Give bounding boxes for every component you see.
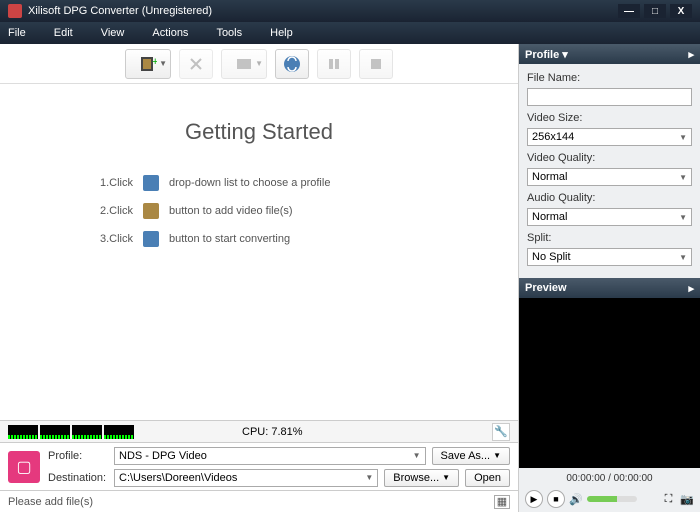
settings-button[interactable]: 🔧: [492, 423, 510, 441]
save-as-button[interactable]: Save As...▼: [432, 447, 510, 465]
audioquality-combo[interactable]: Normal▼: [527, 208, 692, 226]
profile-row: ▢ Profile: NDS - DPG Video▼ Save As...▼ …: [0, 442, 518, 490]
destination-combo[interactable]: C:\Users\Doreen\Videos▼: [114, 469, 378, 487]
menu-edit[interactable]: Edit: [54, 27, 73, 39]
play-button[interactable]: ▶: [525, 490, 543, 508]
toolbar: +▼ ▼: [0, 44, 518, 84]
convert-button[interactable]: [275, 49, 309, 79]
videoquality-combo[interactable]: Normal▼: [527, 168, 692, 186]
snapshot-button[interactable]: 📷: [680, 493, 694, 506]
menu-view[interactable]: View: [101, 27, 125, 39]
profile-combo[interactable]: NDS - DPG Video▼: [114, 447, 426, 465]
step-2: 2.Clickbutton to add video file(s): [100, 203, 478, 219]
videosize-label: Video Size:: [527, 112, 692, 124]
destination-label: Destination:: [48, 472, 108, 484]
content-area: Getting Started 1.Clickdrop-down list to…: [0, 84, 518, 420]
profile-panel-header[interactable]: Profile ▾▸: [519, 44, 700, 64]
main-pane: +▼ ▼ Getting Started 1.Clickdrop-down li…: [0, 44, 518, 512]
browse-button[interactable]: Browse...▼: [384, 469, 459, 487]
preview-screen: [519, 298, 700, 468]
collapse-icon[interactable]: ▸: [688, 48, 694, 61]
titlebar: Xilisoft DPG Converter (Unregistered) — …: [0, 0, 700, 22]
stop-button[interactable]: [359, 49, 393, 79]
add-file-icon: [143, 203, 159, 219]
cpu-meters: [8, 425, 134, 439]
app-icon: [8, 4, 22, 18]
menu-actions[interactable]: Actions: [152, 27, 188, 39]
filename-label: File Name:: [527, 72, 692, 84]
close-button[interactable]: X: [670, 4, 692, 18]
statusbar: Please add file(s) ▦: [0, 490, 518, 512]
fullscreen-button[interactable]: ⛶: [665, 493, 673, 506]
preview-panel-header[interactable]: Preview▸: [519, 278, 700, 298]
svg-text:+: +: [152, 56, 157, 68]
right-panel: Profile ▾▸ File Name: Video Size: 256x14…: [518, 44, 700, 512]
audioquality-label: Audio Quality:: [527, 192, 692, 204]
step-3: 3.Clickbutton to start converting: [100, 231, 478, 247]
volume-icon[interactable]: 🔊: [569, 493, 583, 506]
add-file-button[interactable]: +▼: [125, 49, 171, 79]
list-view-button[interactable]: ▦: [494, 495, 510, 509]
getting-started-title: Getting Started: [40, 119, 478, 145]
maximize-button[interactable]: □: [644, 4, 666, 18]
profile-label: Profile:: [48, 450, 108, 462]
volume-slider[interactable]: [587, 496, 637, 502]
app-window: Xilisoft DPG Converter (Unregistered) — …: [0, 0, 700, 512]
open-button[interactable]: Open: [465, 469, 510, 487]
remove-button[interactable]: [179, 49, 213, 79]
status-message: Please add file(s): [8, 496, 93, 508]
videoquality-label: Video Quality:: [527, 152, 692, 164]
stop-preview-button[interactable]: ■: [547, 490, 565, 508]
step-1: 1.Clickdrop-down list to choose a profil…: [100, 175, 478, 191]
window-title: Xilisoft DPG Converter (Unregistered): [28, 5, 212, 17]
convert-icon: [143, 231, 159, 247]
time-display: 00:00:00 / 00:00:00: [519, 470, 700, 486]
menu-help[interactable]: Help: [270, 27, 293, 39]
split-combo[interactable]: No Split▼: [527, 248, 692, 266]
menu-file[interactable]: File: [8, 27, 26, 39]
filename-input[interactable]: [527, 88, 692, 106]
menubar: File Edit View Actions Tools Help: [0, 22, 700, 44]
profile-dropdown-icon: [143, 175, 159, 191]
split-label: Split:: [527, 232, 692, 244]
pause-button[interactable]: [317, 49, 351, 79]
minimize-button[interactable]: —: [618, 4, 640, 18]
profile-format-icon: ▢: [8, 451, 40, 483]
collapse-icon[interactable]: ▸: [688, 282, 694, 295]
clip-button[interactable]: ▼: [221, 49, 267, 79]
cpu-row: CPU: 7.81% 🔧: [0, 420, 518, 442]
videosize-combo[interactable]: 256x144▼: [527, 128, 692, 146]
menu-tools[interactable]: Tools: [216, 27, 242, 39]
cpu-label: CPU: 7.81%: [242, 426, 303, 438]
